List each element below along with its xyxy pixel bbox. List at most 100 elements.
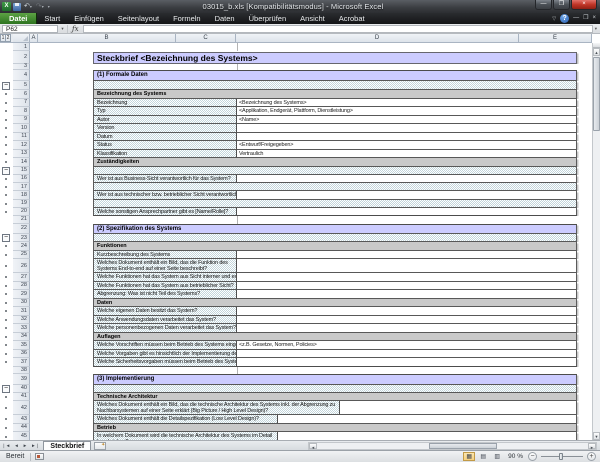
- row-header-14[interactable]: 14: [13, 158, 30, 167]
- row-header-27[interactable]: 27: [13, 273, 30, 282]
- workbook-close-icon[interactable]: ×: [592, 14, 596, 23]
- row-header-12[interactable]: 12: [13, 141, 30, 150]
- row-header-10[interactable]: 10: [13, 124, 30, 133]
- question-cell[interactable]: Wer ist aus Business-Sicht verantwortlic…: [93, 175, 237, 184]
- row-header-2[interactable]: 2: [13, 51, 30, 64]
- row-header-22[interactable]: 22: [13, 224, 30, 235]
- value-cell[interactable]: [237, 259, 577, 273]
- column-header-a[interactable]: A: [30, 34, 38, 43]
- value-cell[interactable]: [237, 307, 577, 316]
- vertical-scroll-thumb[interactable]: [593, 57, 600, 131]
- tab-start[interactable]: Start: [37, 13, 67, 24]
- zoom-level[interactable]: 90 %: [505, 453, 526, 460]
- row-header-44[interactable]: 44: [13, 424, 30, 433]
- row-header-37[interactable]: 37: [13, 358, 30, 367]
- value-cell[interactable]: [237, 124, 577, 133]
- row-header-16[interactable]: 16: [13, 175, 30, 184]
- value-cell[interactable]: [237, 273, 577, 282]
- row-header-29[interactable]: 29: [13, 290, 30, 299]
- question-cell[interactable]: Kurzbeschreibung des Systems: [93, 251, 237, 260]
- value-cell[interactable]: <Entwurf/Freigegeben>: [237, 141, 577, 150]
- pattern-row[interactable]: [93, 234, 577, 242]
- insert-worksheet-icon[interactable]: [94, 442, 106, 450]
- value-cell[interactable]: [278, 415, 577, 424]
- value-cell[interactable]: <Bezeichnung des Systems>: [237, 99, 577, 108]
- row-header-19[interactable]: 19: [13, 200, 30, 208]
- question-cell[interactable]: Bezeichnung: [93, 99, 237, 108]
- minimize-button[interactable]: —: [535, 0, 552, 10]
- value-cell[interactable]: <Applikation, Endgerät, Plattform, Diens…: [237, 107, 577, 116]
- sheet-title-cell[interactable]: Steckbrief <Bezeichnung des Systems>: [93, 52, 577, 64]
- question-cell[interactable]: Welche Funktionen hat das System aus Sic…: [93, 273, 237, 282]
- undo-icon[interactable]: ↶▾: [23, 2, 33, 11]
- sub-header-cell[interactable]: Funktionen: [93, 242, 577, 251]
- row-header-38[interactable]: 38: [13, 367, 30, 375]
- question-cell[interactable]: Welches Dokument enthält die Detailspezi…: [93, 415, 278, 424]
- row-header-15[interactable]: 15: [13, 167, 30, 175]
- question-cell[interactable]: Abgrenzung: Was ist nicht Teil des Syste…: [93, 290, 237, 299]
- question-cell[interactable]: Version: [93, 124, 237, 133]
- formula-bar-expand-icon[interactable]: ▾: [595, 26, 600, 32]
- question-cell[interactable]: Welche Funktionen hat das System aus bet…: [93, 282, 237, 291]
- row-header-26[interactable]: 26: [13, 259, 30, 273]
- value-cell[interactable]: [278, 432, 577, 440]
- outline-level-2-button[interactable]: 2: [5, 34, 11, 42]
- column-header-d[interactable]: D: [236, 34, 519, 43]
- row-header-17[interactable]: 17: [13, 183, 30, 191]
- scroll-left-icon[interactable]: ◄: [309, 443, 317, 449]
- row-header-11[interactable]: 11: [13, 133, 30, 142]
- save-icon[interactable]: [13, 3, 21, 11]
- row-header-31[interactable]: 31: [13, 307, 30, 316]
- row-header-40[interactable]: 40: [13, 385, 30, 393]
- question-cell[interactable]: Welches Dokument enthält ein Bild, das d…: [93, 259, 237, 273]
- column-header-c[interactable]: C: [176, 34, 236, 43]
- row-header-4[interactable]: 4: [13, 70, 30, 81]
- vertical-scrollbar[interactable]: ▲ ▼: [592, 43, 600, 440]
- macro-record-icon[interactable]: [35, 453, 44, 460]
- value-cell[interactable]: [340, 401, 577, 415]
- question-cell[interactable]: Klassifikation: [93, 150, 237, 159]
- zoom-slider[interactable]: [541, 456, 583, 457]
- sub-header-cell[interactable]: Daten: [93, 299, 577, 308]
- row-header-21[interactable]: 21: [13, 216, 30, 224]
- workbook-minimize-icon[interactable]: —: [573, 14, 579, 23]
- sub-header-cell[interactable]: Betrieb: [93, 424, 577, 433]
- value-cell[interactable]: [237, 282, 577, 291]
- row-header-5[interactable]: 5: [13, 81, 30, 90]
- horizontal-scrollbar[interactable]: ◄ ►: [308, 442, 597, 450]
- scroll-down-icon[interactable]: ▼: [593, 432, 600, 440]
- sub-header-cell[interactable]: Technische Architektur: [93, 393, 577, 402]
- row-header-39[interactable]: 39: [13, 374, 30, 385]
- question-cell[interactable]: Autor: [93, 116, 237, 125]
- row-header-13[interactable]: 13: [13, 150, 30, 159]
- row-header-43[interactable]: 43: [13, 415, 30, 424]
- select-all-corner[interactable]: [13, 34, 30, 43]
- scroll-up-icon[interactable]: ▲: [593, 48, 600, 56]
- question-cell[interactable]: Welche Vorschriften müssen beim Betrieb …: [93, 341, 237, 350]
- next-sheet-icon[interactable]: ►: [21, 441, 29, 450]
- normal-view-icon[interactable]: ▦: [463, 452, 475, 461]
- question-cell[interactable]: Status: [93, 141, 237, 150]
- row-header-34[interactable]: 34: [13, 333, 30, 342]
- outline-collapse-icon[interactable]: −: [2, 167, 10, 175]
- ribbon-options-icon[interactable]: ▽: [552, 16, 556, 22]
- tab-formeln[interactable]: Formeln: [166, 13, 208, 24]
- row-header-6[interactable]: 6: [13, 90, 30, 99]
- prev-sheet-icon[interactable]: ◄: [12, 441, 20, 450]
- section-header-cell[interactable]: (3) Implementierung: [93, 374, 577, 385]
- sheet-tab-steckbrief[interactable]: Steckbrief: [43, 441, 91, 450]
- row-header-42[interactable]: 42: [13, 401, 30, 415]
- section-header-cell[interactable]: (1) Formale Daten: [93, 70, 577, 81]
- question-cell[interactable]: Welche sonstigen Ansprechpartner gibt es…: [93, 208, 237, 217]
- row-header-32[interactable]: 32: [13, 316, 30, 325]
- value-cell[interactable]: [237, 208, 577, 217]
- zoom-in-icon[interactable]: +: [587, 452, 596, 461]
- question-cell[interactable]: In welchem Dokument wird die technische …: [93, 432, 278, 440]
- tab-datei[interactable]: Datei: [0, 13, 37, 24]
- row-header-24[interactable]: 24: [13, 242, 30, 251]
- close-button[interactable]: ×: [571, 0, 597, 10]
- row-header-33[interactable]: 33: [13, 324, 30, 333]
- row-header-25[interactable]: 25: [13, 251, 30, 260]
- value-cell[interactable]: [237, 350, 577, 359]
- value-cell[interactable]: [237, 191, 577, 200]
